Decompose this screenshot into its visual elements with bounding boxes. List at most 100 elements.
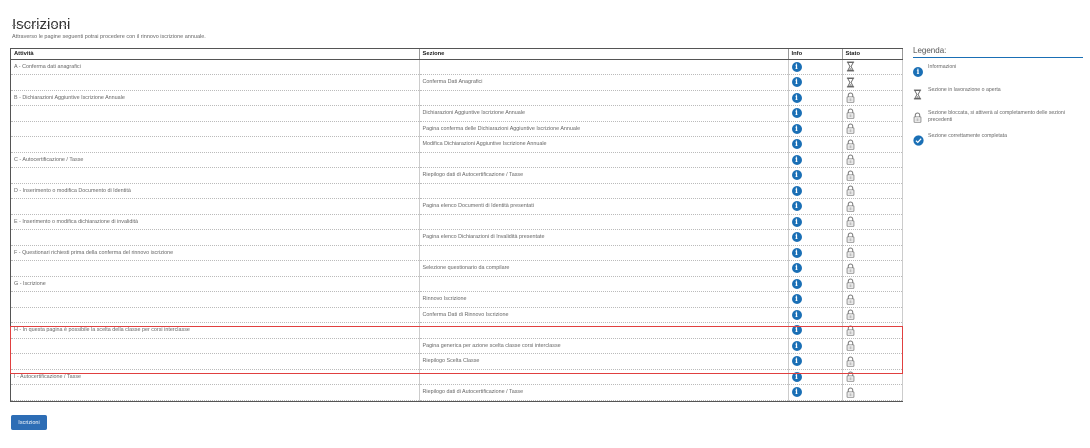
stato-cell [842, 338, 903, 354]
table-row: Modifica Dichiarazioni Aggiuntive Iscriz… [11, 136, 903, 153]
info-cell: i [788, 307, 843, 323]
hourglass-icon [846, 61, 854, 72]
attivita-cell [11, 167, 420, 184]
attivita-cell [11, 121, 420, 137]
info-icon[interactable]: i [791, 356, 802, 367]
info-icon: i [913, 63, 924, 81]
info-icon[interactable]: i [791, 108, 802, 119]
table-header-row: Attività Sezione Info Stato [11, 49, 903, 60]
sezione-cell [419, 183, 789, 199]
legend-item: Sezione correttamente completata [913, 132, 1083, 150]
table-row: G - Iscrizione i [11, 276, 903, 292]
attivita-cell: H - In questa pagina è possibile la scel… [11, 322, 420, 339]
info-icon[interactable]: i [791, 92, 802, 103]
table-row: I - Autocertificazione / Tasse i [11, 369, 903, 385]
sezione-cell [419, 322, 789, 339]
stato-cell [842, 105, 903, 122]
legend-item-text: Sezione bloccata, si attiverà al complet… [928, 110, 1065, 123]
attivita-cell [11, 74, 420, 91]
sezione-cell: Pagina conferma delle Dichiarazioni Aggi… [419, 121, 789, 137]
lock-icon [846, 170, 854, 181]
sezione-cell: Conferma Dati Anagrafici [419, 74, 789, 91]
table-body: A - Conferma dati anagrafici i Conferma Da… [11, 59, 903, 401]
info-cell: i [788, 214, 843, 230]
legend-item: i Informazioni [913, 63, 1083, 81]
info-icon[interactable]: i [791, 232, 802, 243]
lock-icon [913, 109, 924, 127]
attivita-cell: C - Autocertificazione / Tasse [11, 152, 420, 168]
sezione-cell: Dichiarazioni Aggiuntive Iscrizione Annu… [419, 105, 789, 122]
info-cell: i [788, 276, 843, 292]
sezione-cell [419, 245, 789, 261]
info-cell: i [788, 90, 843, 106]
info-icon[interactable]: i [791, 170, 802, 181]
header-stato: Stato [842, 49, 903, 60]
check-icon [913, 132, 924, 150]
stato-cell [842, 276, 903, 292]
stato-cell [842, 167, 903, 184]
table-row: Riepilogo Scelta Classe i [11, 353, 903, 370]
info-icon[interactable]: i [791, 77, 802, 88]
lock-icon [846, 340, 854, 351]
stato-cell [842, 260, 903, 277]
header-sezione: Sezione [419, 49, 789, 60]
table-row: D - Inserimento o modifica Documento di … [11, 183, 903, 199]
lock-icon [846, 309, 854, 320]
sezione-cell: Selezione questionario da compilare [419, 260, 789, 277]
info-icon[interactable]: i [791, 278, 802, 289]
lock-icon [846, 387, 854, 398]
info-icon[interactable]: i [791, 185, 802, 196]
info-cell: i [788, 136, 843, 153]
info-icon[interactable]: i [791, 154, 802, 165]
stato-cell [842, 369, 903, 385]
info-icon[interactable]: i [791, 216, 802, 227]
info-cell: i [788, 121, 843, 137]
info-cell: i [788, 384, 843, 401]
legend-item: Sezione in lavorazione o aperta [913, 86, 1083, 104]
info-icon[interactable]: i [791, 371, 802, 382]
info-cell: i [788, 74, 843, 91]
sezione-cell: Pagina generica per azione scelta classe… [419, 338, 789, 354]
info-cell: i [788, 229, 843, 246]
info-icon[interactable]: i [791, 325, 802, 336]
info-cell: i [788, 59, 843, 75]
lock-icon [846, 154, 854, 165]
info-icon[interactable]: i [791, 387, 802, 398]
lock-icon [846, 108, 854, 119]
attivita-cell [11, 353, 420, 370]
stato-cell [842, 74, 903, 91]
info-icon[interactable]: i [791, 139, 802, 150]
sezione-cell [419, 276, 789, 292]
attivita-cell: G - Iscrizione [11, 276, 420, 292]
info-cell: i [788, 152, 843, 168]
info-icon[interactable]: i [791, 201, 802, 212]
info-cell: i [788, 105, 843, 122]
legend-list: i Informazioni Sezione in lavorazione o ap… [913, 63, 1083, 150]
info-icon[interactable]: i [791, 340, 802, 351]
sezione-cell: Riepilogo dati di Autocertificazione / T… [419, 167, 789, 184]
lock-icon [846, 371, 854, 382]
info-icon[interactable]: i [791, 123, 802, 134]
attivita-cell [11, 384, 420, 401]
attivita-cell: I - Autocertificazione / Tasse [11, 369, 420, 385]
table-row: Riepilogo dati di Autocertificazione / T… [11, 167, 903, 184]
sezione-cell: Pagina elenco Documenti di Identità pres… [419, 198, 789, 215]
legend: Legenda: i Informazioni Sezione in lavoraz… [913, 46, 1083, 150]
info-cell: i [788, 198, 843, 215]
sezione-cell [419, 369, 789, 385]
attivita-cell: F - Questionari richiesti prima della co… [11, 245, 420, 261]
info-icon[interactable]: i [791, 263, 802, 274]
info-icon[interactable]: i [791, 61, 802, 72]
info-icon[interactable]: i [791, 247, 802, 258]
iscrizioni-button[interactable]: Iscrizioni [11, 415, 47, 430]
table-row: Pagina elenco Dichiarazioni di Invalidit… [11, 229, 903, 246]
sezione-cell [419, 214, 789, 230]
info-cell: i [788, 183, 843, 199]
lock-icon [846, 232, 854, 243]
attivita-cell: B - Dichiarazioni Aggiuntive Iscrizione … [11, 90, 420, 106]
info-icon[interactable]: i [791, 309, 802, 320]
stato-cell [842, 229, 903, 246]
info-icon[interactable]: i [791, 294, 802, 305]
lock-icon [846, 216, 854, 227]
lock-icon [846, 278, 854, 289]
